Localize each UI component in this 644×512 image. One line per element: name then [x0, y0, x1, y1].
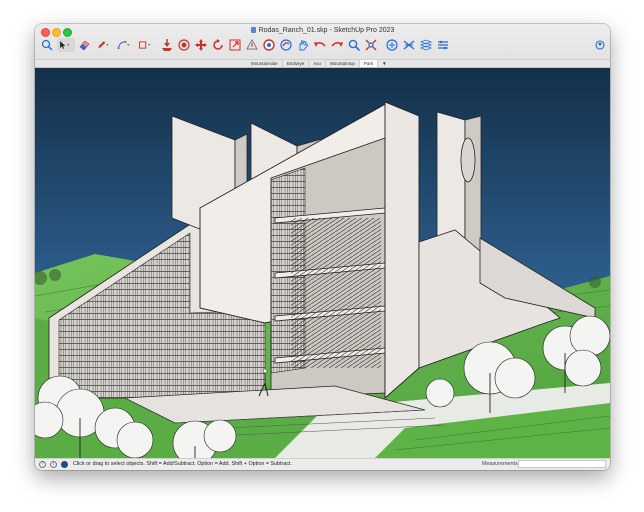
model-canvas[interactable]	[35, 68, 610, 458]
arc-icon[interactable]	[117, 38, 135, 52]
title-bar: Rodas_Ranch_01.skp - SketchUp Pro 2023	[35, 24, 610, 59]
document-icon	[250, 27, 256, 33]
previous-view-icon[interactable]	[313, 38, 327, 52]
extension-warehouse-icon[interactable]	[402, 38, 416, 52]
layout-icon[interactable]	[419, 38, 433, 52]
rotate-icon[interactable]	[211, 38, 225, 52]
measurements-label: Measurements	[482, 461, 518, 467]
scene-tabs: Mountainside Birdseye Axo Mountaintop Pa…	[247, 60, 391, 67]
geolocation-icon[interactable]: ?	[39, 461, 46, 468]
scene-tab-mountainside[interactable]: Mountainside	[247, 60, 283, 67]
status-hint: Click or drag to select objects. Shift =…	[73, 461, 293, 467]
next-view-icon[interactable]	[330, 38, 344, 52]
offset-icon[interactable]	[177, 38, 191, 52]
scale-icon[interactable]	[228, 38, 242, 52]
model-viewport[interactable]	[35, 68, 610, 458]
profile-icon[interactable]	[61, 461, 68, 468]
zoom-extents-icon[interactable]	[364, 38, 378, 52]
window-title-text: Rodas_Ranch_01.skp - SketchUp Pro 2023	[258, 27, 395, 34]
paint-bucket-icon[interactable]	[262, 38, 276, 52]
scene-tab-birdseye[interactable]: Birdseye	[283, 60, 310, 67]
scene-tabs-bar: Mountainside Birdseye Axo Mountaintop Pa…	[35, 59, 610, 68]
push-pull-icon[interactable]	[160, 38, 174, 52]
orbit-icon[interactable]	[279, 38, 293, 52]
scene-tab-mountaintop[interactable]: Mountaintop	[326, 60, 360, 67]
info-icon[interactable]: i	[50, 461, 57, 468]
scene-tab-axo[interactable]: Axo	[309, 60, 327, 67]
status-bar: ? i Click or drag to select objects. Shi…	[35, 458, 610, 470]
eraser-icon[interactable]	[77, 38, 91, 52]
window-title: Rodas_Ranch_01.skp - SketchUp Pro 2023	[35, 27, 610, 34]
account-icon[interactable]	[593, 38, 607, 52]
warehouse-icon[interactable]	[385, 38, 399, 52]
search-icon[interactable]	[40, 38, 54, 52]
scene-tabs-menu-icon[interactable]: ▼	[378, 60, 390, 67]
scene-tab-park[interactable]: Park	[359, 60, 379, 67]
style-builder-icon[interactable]	[436, 38, 450, 52]
sketchup-window: Rodas_Ranch_01.skp - SketchUp Pro 2023 M…	[35, 24, 610, 470]
move-icon[interactable]	[194, 38, 208, 52]
select-arrow-icon[interactable]	[57, 38, 75, 52]
pan-icon[interactable]	[296, 38, 310, 52]
tape-measure-icon[interactable]	[245, 38, 259, 52]
measurements-input[interactable]	[518, 460, 606, 468]
rectangle-icon[interactable]	[138, 38, 156, 52]
zoom-icon[interactable]	[347, 38, 361, 52]
pencil-icon[interactable]	[96, 38, 114, 52]
main-toolbar	[35, 38, 610, 58]
